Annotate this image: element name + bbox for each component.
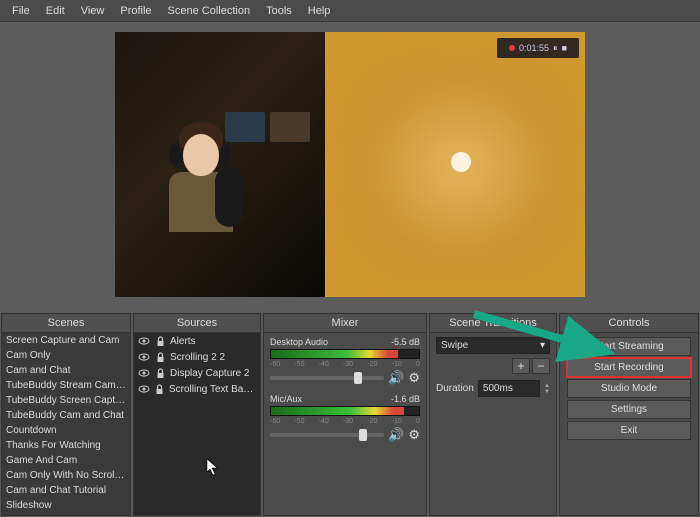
gear-icon[interactable]: ⚙ [408,370,420,386]
start-streaming-button[interactable]: Start Streaming [567,337,691,356]
scene-item[interactable]: TubeBuddy Stream Cam Only [2,378,130,393]
transitions-panel: Scene Transitions Swipe ▾ + − Duration 5… [429,313,557,516]
volume-slider[interactable] [270,433,384,437]
cursor-icon [206,458,220,479]
visibility-icon[interactable] [138,367,150,379]
recording-timer: 0:01:55 ⏸ ■ [497,38,579,58]
menu-edit[interactable]: Edit [38,2,73,20]
visibility-icon[interactable] [138,383,150,395]
scenes-list[interactable]: Screen Capture and CamCam OnlyCam and Ch… [2,333,130,515]
source-item[interactable]: Display Capture 2 [134,365,260,381]
scene-item[interactable]: TubeBuddy Cam and Chat [2,408,130,423]
source-label: Display Capture 2 [170,368,249,379]
scene-item[interactable]: Thanks For Watching [2,438,130,453]
preview-canvas[interactable]: 0:01:55 ⏸ ■ [115,32,585,297]
source-item[interactable]: Alerts [134,333,260,349]
volume-slider[interactable] [270,376,384,380]
mixer-header: Mixer [264,314,426,333]
sources-header: Sources [134,314,260,333]
speaker-icon[interactable]: 🔊 [388,427,404,443]
stop-icon: ■ [562,43,567,53]
sources-panel: Sources Alerts Scrolling 2 2 Display Captu… [133,313,261,516]
controls-header: Controls [560,314,698,333]
scene-item[interactable]: Cam Only [2,348,130,363]
exit-button[interactable]: Exit [567,421,691,440]
scene-item[interactable]: Game And Cam [2,453,130,468]
mixer-channel: Desktop Audio-5.5 dB-60-50-40-30-20-100🔊… [264,333,426,390]
menu-help[interactable]: Help [300,2,339,20]
scenes-header: Scenes [2,314,130,333]
lock-icon[interactable] [154,351,166,363]
menubar: FileEditViewProfileScene CollectionTools… [0,0,700,22]
visibility-icon[interactable] [138,351,150,363]
lock-icon[interactable] [154,367,166,379]
start-recording-button[interactable]: Start Recording [567,358,691,377]
gear-icon[interactable]: ⚙ [408,427,420,443]
pause-icon: ⏸ [553,43,558,54]
mixer-body: Desktop Audio-5.5 dB-60-50-40-30-20-100🔊… [264,333,426,515]
add-transition-button[interactable]: + [512,358,530,374]
sources-list[interactable]: Alerts Scrolling 2 2 Display Capture 2 Scro… [134,333,260,515]
source-label: Alerts [170,336,196,347]
channel-name: Desktop Audio [270,337,328,347]
menu-file[interactable]: File [4,2,38,20]
channel-db: -5.5 dB [391,337,420,347]
remove-transition-button[interactable]: − [532,358,550,374]
vu-meter [270,349,420,359]
controls-body: Start Streaming Start Recording Studio Mod… [560,333,698,515]
duration-input[interactable]: 500ms [478,380,540,397]
scene-item[interactable]: Slideshow [2,498,130,513]
scene-item[interactable]: TubeBuddy Screen Capture and [2,393,130,408]
visibility-icon[interactable] [138,335,150,347]
transitions-body: Swipe ▾ + − Duration 500ms ▲▼ [430,333,556,515]
scene-item[interactable]: Screen Capture and Cam [2,333,130,348]
bottom-panels: Scenes Screen Capture and CamCam OnlyCam… [0,312,700,517]
scenes-panel: Scenes Screen Capture and CamCam OnlyCam… [1,313,131,516]
source-item[interactable]: Scrolling Text Background [134,381,260,397]
source-item[interactable]: Scrolling 2 2 [134,349,260,365]
timer-value: 0:01:55 [519,43,549,53]
preview-area: 0:01:55 ⏸ ■ [0,22,700,312]
scene-item[interactable]: Cam Only With No Scrolling [2,468,130,483]
discord-overlay [325,32,585,297]
menu-view[interactable]: View [73,2,113,20]
studio-mode-button[interactable]: Studio Mode [567,379,691,398]
vu-meter [270,406,420,416]
channel-name: Mic/Aux [270,394,302,404]
menu-scene-collection[interactable]: Scene Collection [160,2,259,20]
scene-item[interactable]: YTCH Interview [2,513,130,515]
chevron-down-icon: ▾ [540,340,545,351]
record-indicator-icon [509,45,515,51]
source-label: Scrolling Text Background [169,384,256,395]
mixer-panel: Mixer Desktop Audio-5.5 dB-60-50-40-30-2… [263,313,427,516]
transitions-header: Scene Transitions [430,314,556,333]
duration-stepper[interactable]: ▲▼ [544,383,550,395]
scene-item[interactable]: Cam and Chat Tutorial [2,483,130,498]
lock-icon[interactable] [154,383,165,395]
webcam-feed [115,32,325,297]
channel-db: -1.6 dB [391,394,420,404]
speaker-icon[interactable]: 🔊 [388,370,404,386]
duration-label: Duration [436,383,474,394]
scene-item[interactable]: Cam and Chat [2,363,130,378]
mixer-channel: Mic/Aux-1.6 dB-60-50-40-30-20-100🔊⚙ [264,390,426,447]
controls-panel: Controls Start StreamingStart RecordingS… [559,313,699,516]
settings-button[interactable]: Settings [567,400,691,419]
source-label: Scrolling 2 2 [170,352,225,363]
scene-item[interactable]: Countdown [2,423,130,438]
menu-profile[interactable]: Profile [112,2,159,20]
unlock-icon[interactable] [154,335,166,347]
transition-select[interactable]: Swipe ▾ [436,337,550,354]
menu-tools[interactable]: Tools [258,2,300,20]
